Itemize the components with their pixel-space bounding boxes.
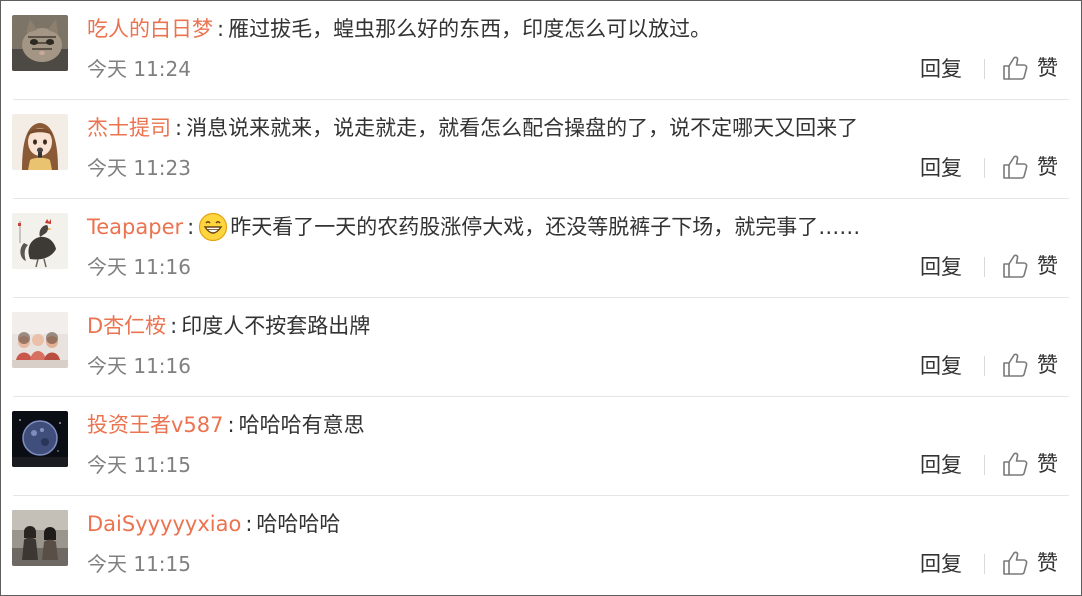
anime-girl-avatar[interactable]: [12, 114, 68, 170]
group-photo-avatar[interactable]: [12, 312, 68, 368]
action-divider: [984, 59, 985, 79]
comment-item: 杰士提司: 消息说来就来，说走就走，就看怎么配合操盘的了，说不定哪天又回来了 今天…: [1, 100, 1081, 199]
grinning-face-emoji: [199, 212, 228, 242]
comment-item: D杏仁桉: 印度人不按套路出牌 今天 11:16 回复 赞: [1, 298, 1081, 397]
action-divider: [984, 455, 985, 475]
thumbs-up-icon: [1003, 56, 1028, 80]
comment-item: DaiSyyyyyxiao: 哈哈哈哈 今天 11:15 回复 赞: [1, 496, 1081, 595]
comment-text-line: 杰士提司: 消息说来就来，说走就走，就看怎么配合操盘的了，说不定哪天又回来了: [87, 113, 858, 143]
username-link[interactable]: 投资王者v587: [87, 413, 224, 437]
comment-item: Teapaper: 昨天看了一天的农药股涨停大戏，还没等脱裤子下场，就完事了………: [1, 199, 1081, 298]
planet-avatar[interactable]: [12, 411, 68, 467]
like-button[interactable]: 赞: [1001, 548, 1058, 578]
like-button[interactable]: 赞: [1001, 53, 1058, 83]
comment-text-line: DaiSyyyyyxiao: 哈哈哈哈: [87, 509, 340, 539]
comment-timestamp: 今天 11:16: [87, 354, 191, 378]
street-photo-avatar[interactable]: [12, 510, 68, 566]
reply-button[interactable]: 回复: [920, 56, 962, 82]
comment-body: 消息说来就来，说走就走，就看怎么配合操盘的了，说不定哪天又回来了: [186, 116, 859, 140]
comment-body: 雁过拔毛，蝗虫那么好的东西，印度怎么可以放过。: [228, 17, 712, 41]
like-label: 赞: [1037, 353, 1058, 377]
like-label: 赞: [1037, 56, 1058, 80]
comment-text-line: Teapaper: 昨天看了一天的农药股涨停大戏，还没等脱裤子下场，就完事了……: [87, 212, 860, 242]
comment-body: 印度人不按套路出牌: [181, 314, 371, 338]
comment-text-line: 吃人的白日梦: 雁过拔毛，蝗虫那么好的东西，印度怎么可以放过。: [87, 14, 711, 44]
like-button[interactable]: 赞: [1001, 350, 1058, 380]
thumbs-up-icon: [1003, 551, 1028, 575]
colon-separator: :: [227, 413, 235, 437]
username-link[interactable]: Teapaper: [87, 215, 183, 239]
reply-button[interactable]: 回复: [920, 254, 962, 280]
comment-item: 吃人的白日梦: 雁过拔毛，蝗虫那么好的东西，印度怎么可以放过。 今天 11:24 …: [1, 1, 1081, 100]
colon-separator: :: [217, 17, 225, 41]
thumbs-up-icon: [1003, 155, 1028, 179]
username-link[interactable]: 吃人的白日梦: [87, 17, 213, 41]
username-link[interactable]: 杰士提司: [87, 116, 171, 140]
comment-timestamp: 今天 11:24: [87, 57, 191, 81]
like-label: 赞: [1037, 452, 1058, 476]
like-button[interactable]: 赞: [1001, 251, 1058, 281]
reply-button[interactable]: 回复: [920, 155, 962, 181]
comment-body: 昨天看了一天的农药股涨停大戏，还没等脱裤子下场，就完事了……: [230, 215, 861, 239]
like-label: 赞: [1037, 551, 1058, 575]
comment-text-line: 投资王者v587: 哈哈哈有意思: [87, 410, 365, 440]
reply-button[interactable]: 回复: [920, 551, 962, 577]
cat-avatar[interactable]: [12, 15, 68, 71]
action-divider: [984, 554, 985, 574]
action-divider: [984, 257, 985, 277]
colon-separator: :: [187, 215, 195, 239]
colon-separator: :: [245, 512, 253, 536]
comment-text-line: D杏仁桉: 印度人不按套路出牌: [87, 311, 370, 341]
username-link[interactable]: DaiSyyyyyxiao: [87, 512, 241, 536]
like-label: 赞: [1037, 254, 1058, 278]
comment-body: 哈哈哈哈: [256, 512, 341, 536]
reply-button[interactable]: 回复: [920, 353, 962, 379]
action-divider: [984, 158, 985, 178]
colon-separator: :: [170, 314, 178, 338]
comment-list: 吃人的白日梦: 雁过拔毛，蝗虫那么好的东西，印度怎么可以放过。 今天 11:24 …: [0, 0, 1082, 596]
thumbs-up-icon: [1003, 353, 1028, 377]
like-button[interactable]: 赞: [1001, 449, 1058, 479]
comment-timestamp: 今天 11:15: [87, 552, 191, 576]
comment-item: 投资王者v587: 哈哈哈有意思 今天 11:15 回复 赞: [1, 397, 1081, 496]
colon-separator: :: [175, 116, 183, 140]
comment-timestamp: 今天 11:16: [87, 255, 191, 279]
thumbs-up-icon: [1003, 452, 1028, 476]
comment-timestamp: 今天 11:15: [87, 453, 191, 477]
username-link[interactable]: D杏仁桉: [87, 314, 166, 338]
reply-button[interactable]: 回复: [920, 452, 962, 478]
comment-body: 哈哈哈有意思: [238, 413, 365, 437]
rooster-painting-avatar[interactable]: [12, 213, 68, 269]
thumbs-up-icon: [1003, 254, 1028, 278]
like-button[interactable]: 赞: [1001, 152, 1058, 182]
like-label: 赞: [1037, 155, 1058, 179]
action-divider: [984, 356, 985, 376]
comment-timestamp: 今天 11:23: [87, 156, 191, 180]
